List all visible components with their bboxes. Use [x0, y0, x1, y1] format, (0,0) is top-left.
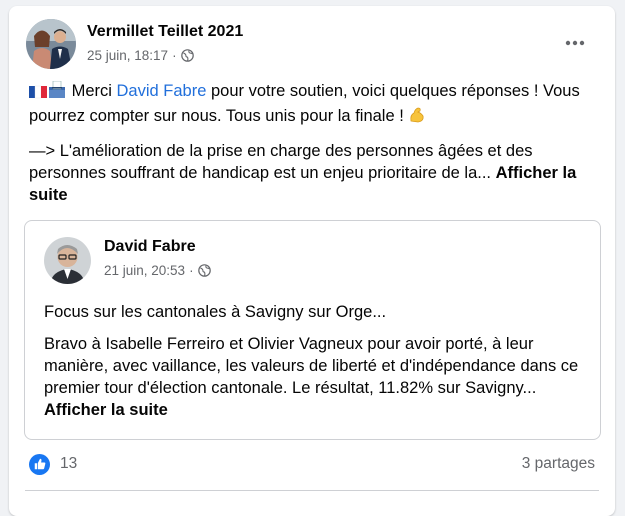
post-meta: 25 juin, 18:17 · — [87, 48, 194, 63]
globe-icon[interactable] — [180, 49, 194, 62]
post-paragraph-2-text: —> L'amélioration de la prise en charge … — [29, 142, 533, 182]
reactions-summary[interactable]: 13 — [29, 453, 78, 475]
more-horizontal-icon[interactable] — [557, 29, 593, 57]
post-footer: 13 3 partages — [29, 452, 595, 476]
shared-post-body: Focus sur les cantonales à Savigny sur O… — [44, 301, 594, 431]
shared-post-date[interactable]: 21 juin, 20:53 — [104, 263, 185, 278]
post-header: Vermillet Teillet 2021 25 juin, 18:17 · — [9, 6, 615, 80]
shared-paragraph-1: Focus sur les cantonales à Savigny sur O… — [44, 303, 387, 321]
shared-post[interactable]: David Fabre 21 juin, 20:53 · Focus sur l… — [24, 220, 601, 440]
shared-meta-separator: · — [189, 263, 194, 278]
like-icon — [29, 453, 50, 475]
shared-paragraph-2: Bravo à Isabelle Ferreiro et Olivier Vag… — [44, 333, 594, 421]
post-body: Merci David Fabre pour votre soutien, vo… — [29, 80, 599, 216]
post-date[interactable]: 25 juin, 18:17 — [87, 48, 168, 63]
mention-link[interactable]: David Fabre — [117, 82, 207, 100]
france-flag-icon — [29, 83, 47, 105]
ballot-box-icon — [47, 80, 67, 105]
shares-count[interactable]: 3 partages — [522, 455, 595, 473]
post-paragraph-2: —> L'amélioration de la prise en charge … — [29, 140, 599, 206]
shared-see-more-link[interactable]: Afficher la suite — [44, 401, 168, 419]
flexed-biceps-icon — [408, 106, 426, 130]
footer-divider — [25, 490, 599, 491]
shared-author-avatar[interactable] — [44, 237, 91, 284]
reaction-count: 13 — [60, 455, 78, 472]
meta-separator: · — [172, 48, 177, 63]
post-paragraph-1: Merci David Fabre pour votre soutien, vo… — [29, 80, 599, 130]
globe-icon[interactable] — [197, 264, 211, 277]
post-card: Vermillet Teillet 2021 25 juin, 18:17 · — [9, 6, 615, 516]
shared-author-name[interactable]: David Fabre — [104, 238, 196, 256]
post-text-prefix: Merci — [71, 82, 117, 100]
author-avatar[interactable] — [26, 19, 76, 69]
shared-post-meta: 21 juin, 20:53 · — [104, 263, 211, 278]
shared-paragraph-2-text: Bravo à Isabelle Ferreiro et Olivier Vag… — [44, 335, 579, 397]
author-name[interactable]: Vermillet Teillet 2021 — [87, 23, 243, 41]
